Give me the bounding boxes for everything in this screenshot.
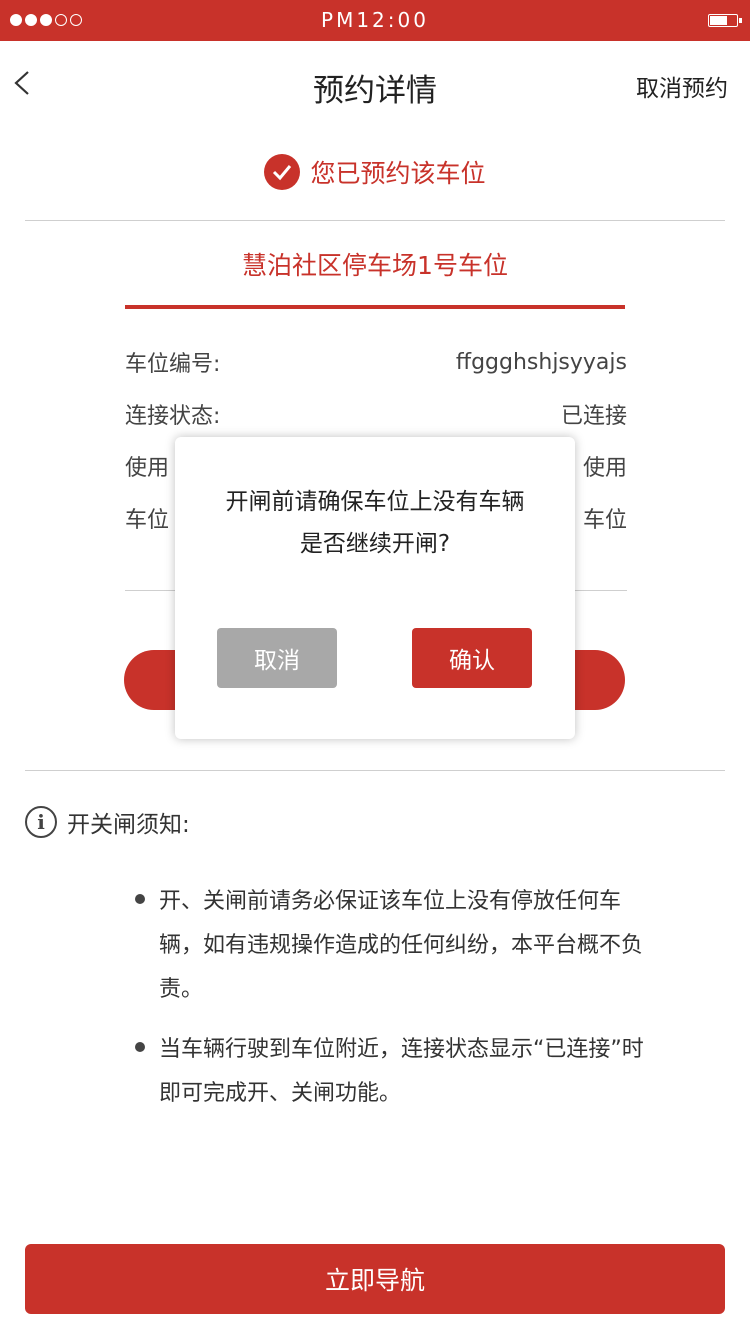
confirm-dialog: 开闸前请确保车位上没有车辆 是否继续开闸? 取消 确认 — [175, 437, 575, 739]
spot-value: 车位 — [582, 508, 627, 533]
reservation-status: 您已预约该车位 — [0, 152, 750, 192]
dialog-confirm-button[interactable]: 确认 — [412, 628, 532, 688]
status-time: PM12:00 — [321, 8, 429, 32]
usage-value: 使用 — [582, 456, 627, 481]
navigate-button[interactable]: 立即导航 — [25, 1244, 725, 1314]
notice-item-text: 开、关闸前请务必保证该车位上没有停放任何车辆，如有违规操作造成的任何纠纷，本平台… — [159, 889, 644, 1002]
dialog-cancel-button[interactable]: 取消 — [217, 628, 337, 688]
usage-label: 使用 — [125, 456, 170, 481]
bullet-icon — [135, 1042, 145, 1052]
check-circle-icon — [264, 154, 301, 190]
dialog-message-line: 开闸前请确保车位上没有车辆 — [225, 489, 525, 515]
list-item: 开、关闸前请务必保证该车位上没有停放任何车辆，如有违规操作造成的任何纠纷，本平台… — [135, 880, 675, 1012]
bullet-icon — [135, 894, 145, 904]
connection-label: 连接状态: — [125, 404, 221, 429]
parking-lot-name: 慧泊社区停车场1号车位 — [242, 251, 508, 280]
cancel-reservation-button[interactable]: 取消预约 — [636, 69, 728, 103]
notice-title: 开关闸须知: — [67, 812, 190, 838]
list-item: 当车辆行驶到车位附近，连接状态显示“已连接”时即可完成开、关闸功能。 — [135, 1028, 675, 1116]
spot-number-label: 车位编号: — [125, 352, 221, 377]
spot-number-value: ffggghshjsyyajs — [455, 349, 627, 375]
status-bar: PM12:00 — [0, 0, 750, 41]
reservation-status-text: 您已预约该车位 — [310, 159, 486, 188]
notice-header: i 开关闸须知: — [25, 806, 190, 838]
info-row-spot-number: 车位编号: ffggghshjsyyajs — [125, 345, 627, 379]
divider — [25, 770, 725, 771]
connection-value: 已连接 — [560, 404, 627, 429]
info-circle-icon: i — [25, 806, 57, 838]
divider — [25, 220, 725, 221]
info-row-connection: 连接状态: 已连接 — [125, 397, 627, 431]
lot-underline — [125, 305, 625, 309]
spot-label: 车位 — [125, 508, 170, 533]
nav-bar: 预约详情 取消预约 — [0, 41, 750, 129]
battery-icon — [708, 14, 742, 27]
notice-item-text: 当车辆行驶到车位附近，连接状态显示“已连接”时即可完成开、关闸功能。 — [159, 1037, 644, 1106]
dialog-message: 开闸前请确保车位上没有车辆 是否继续开闸? — [175, 481, 575, 565]
dialog-message-line: 是否继续开闸? — [299, 531, 451, 557]
